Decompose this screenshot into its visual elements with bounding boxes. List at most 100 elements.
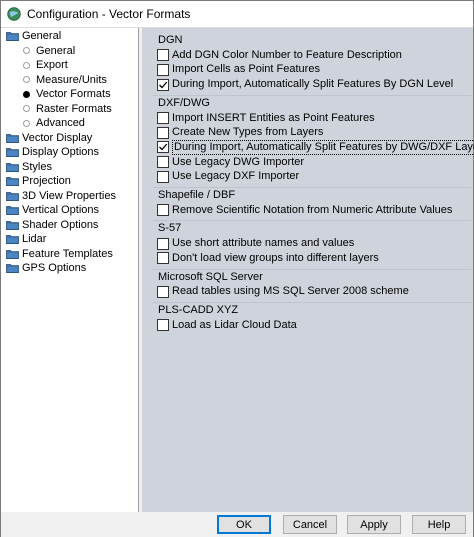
folder-icon [6, 191, 19, 201]
title-bar[interactable]: Configuration - Vector Formats [1, 1, 473, 28]
option-add-dgn-color-number-to-feature-description[interactable]: Add DGN Color Number to Feature Descript… [157, 49, 402, 62]
option-don-t-load-view-groups-into-different-layers[interactable]: Don't load view groups into different la… [157, 252, 379, 265]
tree-item-vector-display[interactable]: Vector Display [6, 131, 92, 145]
option-import-insert-entities-as-point-features[interactable]: Import INSERT Entities as Point Features [157, 112, 375, 125]
tree-item-label: Advanced [36, 117, 85, 129]
cancel-button[interactable]: Cancel [283, 515, 337, 534]
tree-item-label: General [36, 44, 76, 57]
apply-button[interactable]: Apply [347, 515, 401, 534]
tree-item-advanced[interactable]: Advanced [23, 116, 85, 130]
button-bar: OK Cancel Apply Help [1, 512, 473, 537]
option-remove-scientific-notation-from-numeric-attribute-values[interactable]: Remove Scientific Notation from Numeric … [157, 204, 452, 217]
tree-item-label: Styles [22, 160, 52, 173]
checkbox[interactable] [157, 204, 169, 217]
option-load-as-lidar-cloud-data[interactable]: Load as Lidar Cloud Data [157, 319, 297, 332]
option-label: Load as Lidar Cloud Data [172, 318, 297, 331]
section-divider [153, 220, 471, 222]
checkbox[interactable] [157, 170, 169, 183]
tree-item-vector-formats[interactable]: Vector Formats [23, 87, 111, 101]
tree-item-label: Feature Templates [22, 247, 113, 260]
section-title: Microsoft SQL Server [158, 270, 263, 283]
bullet-icon [23, 61, 30, 69]
option-label: Use Legacy DXF Importer [172, 170, 300, 183]
option-create-new-types-from-layers[interactable]: Create New Types from Layers [157, 126, 323, 139]
tree-item-3d-view-properties[interactable]: 3D View Properties [6, 189, 116, 203]
option-label: Import INSERT Entities as Point Features [172, 111, 375, 124]
ok-button[interactable]: OK [217, 515, 271, 534]
checkbox[interactable] [157, 319, 169, 332]
checkbox[interactable] [157, 126, 169, 139]
folder-icon [6, 235, 19, 244]
checkbox[interactable] [157, 285, 169, 298]
checkbox[interactable] [157, 63, 169, 76]
tree-item-measure-units[interactable]: Measure/Units [23, 73, 107, 87]
tree-item-label: 3D View Properties [22, 189, 116, 202]
option-during-import-automatically-split-features-by-dgn-level[interactable]: During Import, Automatically Split Featu… [157, 78, 453, 91]
option-label: During Import, Automatically Split Featu… [172, 139, 474, 155]
tree-item-label: Vertical Options [22, 204, 100, 216]
tree-item-vertical-options[interactable]: Vertical Options [6, 203, 99, 217]
checkbox[interactable] [157, 112, 169, 124]
checkbox[interactable] [157, 237, 169, 250]
bullet-icon [23, 119, 30, 127]
option-use-legacy-dxf-importer[interactable]: Use Legacy DXF Importer [157, 170, 299, 183]
window-title: Configuration - Vector Formats [27, 7, 191, 21]
section-title: S-57 [158, 222, 182, 235]
tree-item-label: Measure/Units [36, 73, 107, 86]
folder-icon [6, 133, 19, 143]
tree-item-export[interactable]: Export [23, 58, 68, 72]
section-divider [153, 187, 471, 188]
bullet-icon [23, 105, 30, 112]
tree-item-feature-templates[interactable]: Feature Templates [6, 247, 113, 261]
checkbox[interactable] [157, 78, 169, 91]
option-read-tables-using-ms-sql-server-2008-scheme[interactable]: Read tables using MS SQL Server 2008 sch… [157, 285, 409, 298]
tree-item-shader-options[interactable]: Shader Options [6, 218, 98, 232]
folder-icon [6, 206, 19, 215]
checkbox[interactable] [157, 49, 169, 62]
option-during-import-automatically-split-features-by-dwg-dxf-layer[interactable]: During Import, Automatically Split Featu… [157, 139, 474, 155]
option-label: Use Legacy DWG Importer [172, 155, 305, 168]
section-title: PLS-CADD XYZ [158, 303, 239, 316]
folder-icon [6, 220, 19, 230]
section-title: Shapefile / DBF [158, 189, 236, 201]
checkmark-icon [159, 143, 168, 151]
folder-icon [6, 162, 19, 172]
section-divider [153, 94, 471, 96]
option-label: Read tables using MS SQL Server 2008 sch… [172, 285, 409, 298]
option-use-legacy-dwg-importer[interactable]: Use Legacy DWG Importer [157, 156, 304, 169]
tree-item-styles[interactable]: Styles [6, 160, 52, 174]
bullet-icon [23, 76, 30, 83]
section-divider [153, 268, 471, 270]
tree-item-label: Export [36, 59, 68, 71]
tree-item-projection[interactable]: Projection [6, 174, 71, 188]
tree-item-label: Shader Options [22, 218, 99, 231]
checkbox[interactable] [157, 252, 169, 265]
tree-item-general[interactable]: General [6, 29, 61, 43]
option-import-cells-as-point-features[interactable]: Import Cells as Point Features [157, 63, 320, 76]
tree-item-general[interactable]: General [23, 44, 75, 58]
folder-icon [6, 32, 19, 41]
tree-item-label: Projection [22, 175, 71, 187]
option-use-short-attribute-names-and-values[interactable]: Use short attribute names and values [157, 237, 354, 250]
category-tree[interactable]: General General Export Measure/Units Vector … [1, 28, 139, 512]
tree-item-label: Vector Display [22, 131, 93, 144]
folder-icon [6, 148, 19, 157]
tree-item-lidar[interactable]: Lidar [6, 232, 46, 246]
folder-icon [6, 177, 19, 186]
tree-item-label: Raster Formats [36, 102, 112, 115]
tree-item-raster-formats[interactable]: Raster Formats [23, 102, 112, 116]
tree-item-display-options[interactable]: Display Options [6, 145, 99, 159]
tree-item-label: Lidar [22, 233, 47, 245]
checkbox[interactable] [157, 141, 169, 154]
option-label: Don't load view groups into different la… [172, 251, 379, 264]
configuration-window: Configuration - Vector Formats General Ge… [0, 0, 474, 537]
app-globe-icon [7, 7, 21, 21]
help-button[interactable]: Help [412, 515, 466, 534]
checkbox[interactable] [157, 156, 169, 169]
tree-item-label: General [22, 30, 62, 42]
tree-item-gps-options[interactable]: GPS Options [6, 261, 86, 275]
folder-icon [6, 264, 19, 273]
option-label: Create New Types from Layers [172, 126, 324, 139]
option-label: Add DGN Color Number to Feature Descript… [172, 48, 402, 61]
section-divider [153, 301, 471, 303]
